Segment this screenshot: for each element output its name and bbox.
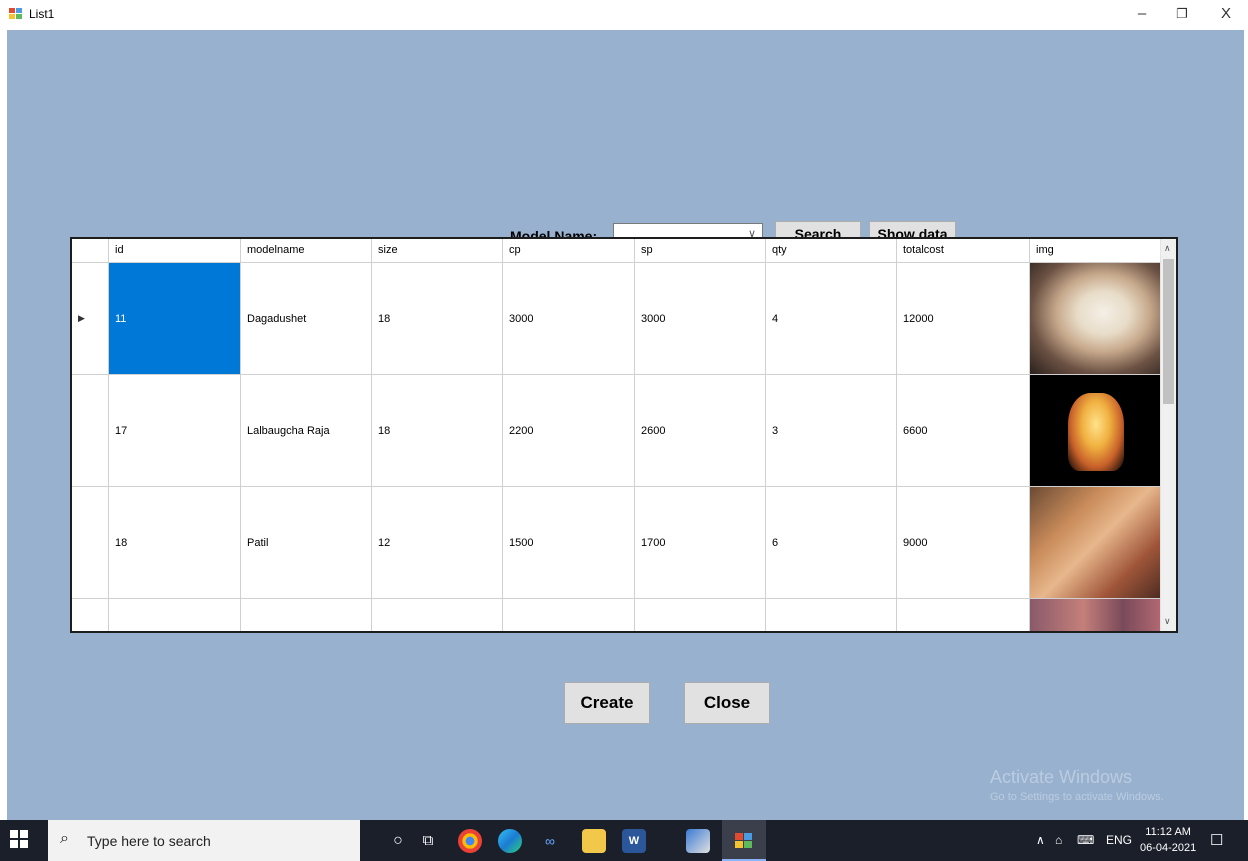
cell-sp[interactable]: 2600 [635,375,766,486]
ganesha-idol-image [1030,487,1163,598]
grid-corner-header[interactable] [72,239,109,263]
row-header[interactable] [72,375,109,486]
cell-modelname[interactable]: Patil [241,487,372,598]
cell-qty[interactable] [766,599,897,631]
data-grid[interactable]: id modelname size cp sp qty totalcost im… [70,237,1178,633]
taskbar-search-box[interactable]: ⌕ Type here to search [48,820,360,861]
cell-totalcost[interactable] [897,599,1030,631]
windows-start-icon[interactable] [10,830,30,850]
minimize-button[interactable]: – [1128,4,1156,24]
cell-modelname[interactable] [241,599,372,631]
word-icon[interactable]: W [622,829,646,853]
language-indicator[interactable]: ENG [1106,833,1132,847]
cortana-icon[interactable]: ○ [386,829,410,853]
task-view-icon[interactable]: ⧉ [416,829,440,853]
table-row[interactable]: ▶ 11 Dagadushet 18 3000 3000 4 12000 [72,263,1164,375]
scrollbar-thumb[interactable] [1163,259,1174,404]
grid-header: id modelname size cp sp qty totalcost im… [72,239,1164,263]
table-row[interactable]: 17 Lalbaugcha Raja 18 2200 2600 3 6600 [72,375,1164,487]
search-icon: ⌕ [60,830,69,847]
cell-sp[interactable]: 3000 [635,263,766,374]
table-row[interactable] [72,599,1164,631]
cell-id[interactable]: 18 [109,487,241,598]
network-icon[interactable]: ⌂ [1055,833,1062,847]
watermark-subtitle: Go to Settings to activate Windows. [990,791,1164,803]
list1-app-icon[interactable] [732,829,756,853]
cell-size[interactable]: 18 [372,375,503,486]
visual-studio-tools-icon[interactable] [686,829,710,853]
ganesha-idol-image [1030,375,1163,486]
chrome-icon[interactable] [458,829,482,853]
window-title: List1 [29,7,55,21]
cell-img[interactable] [1030,375,1164,486]
notification-icon[interactable]: ☐ [1210,831,1223,849]
column-header-cp[interactable]: cp [503,239,635,263]
edge-icon[interactable] [498,829,522,853]
cell-size[interactable]: 12 [372,487,503,598]
grid-vertical-scrollbar[interactable]: ∧ ∨ [1160,239,1176,631]
create-button[interactable]: Create [564,682,650,724]
cell-sp[interactable] [635,599,766,631]
column-header-totalcost[interactable]: totalcost [897,239,1030,263]
file-explorer-icon[interactable] [582,829,606,853]
cell-qty[interactable]: 6 [766,487,897,598]
cell-id[interactable] [109,599,241,631]
taskbar-search-placeholder: Type here to search [87,833,211,849]
cell-size[interactable] [372,599,503,631]
row-header[interactable]: ▶ [72,263,109,374]
title-bar: List1 – ❐ X [0,0,1248,30]
cell-id[interactable]: 11 [109,263,241,374]
clock-date: 06-04-2021 [1140,842,1197,854]
cell-size[interactable]: 18 [372,263,503,374]
cell-qty[interactable]: 3 [766,375,897,486]
cell-sp[interactable]: 1700 [635,487,766,598]
grid-body: ▶ 11 Dagadushet 18 3000 3000 4 12000 17 … [72,263,1164,631]
chevron-up-icon[interactable]: ∧ [1036,833,1045,847]
row-header[interactable] [72,487,109,598]
scroll-up-icon[interactable]: ∧ [1164,243,1171,254]
close-window-button[interactable]: X [1212,4,1240,24]
cell-id[interactable]: 17 [109,375,241,486]
column-header-id[interactable]: id [109,239,241,263]
cell-img[interactable] [1030,599,1164,631]
column-header-sp[interactable]: sp [635,239,766,263]
cell-totalcost[interactable]: 9000 [897,487,1030,598]
column-header-qty[interactable]: qty [766,239,897,263]
cell-img[interactable] [1030,263,1164,374]
column-header-size[interactable]: size [372,239,503,263]
cell-img[interactable] [1030,487,1164,598]
row-header[interactable] [72,599,109,631]
cell-qty[interactable]: 4 [766,263,897,374]
column-header-modelname[interactable]: modelname [241,239,372,263]
restore-button[interactable]: ❐ [1168,4,1196,24]
cell-cp[interactable]: 1500 [503,487,635,598]
cell-cp[interactable]: 2200 [503,375,635,486]
cell-totalcost[interactable]: 12000 [897,263,1030,374]
ganesha-idol-image [1030,263,1163,374]
app-icon [9,8,23,20]
scroll-down-icon[interactable]: ∨ [1164,616,1171,627]
clock-time: 11:12 AM [1145,826,1191,838]
taskbar-clock[interactable]: 11:12 AM 06-04-2021 [1140,824,1196,856]
keyboard-icon[interactable]: ⌨ [1077,833,1094,847]
table-row[interactable]: 18 Patil 12 1500 1700 6 9000 [72,487,1164,599]
cell-modelname[interactable]: Dagadushet [241,263,372,374]
column-header-img[interactable]: img [1030,239,1164,263]
close-button[interactable]: Close [684,682,770,724]
current-row-icon: ▶ [78,313,85,323]
taskbar: ⌕ Type here to search ○ ⧉ ∞ W ∧ ⌂ ⌨ ENG … [0,820,1248,861]
cell-cp[interactable]: 3000 [503,263,635,374]
infinity-app-icon[interactable]: ∞ [538,829,562,853]
cell-cp[interactable] [503,599,635,631]
cell-totalcost[interactable]: 6600 [897,375,1030,486]
cell-modelname[interactable]: Lalbaugcha Raja [241,375,372,486]
activate-windows-watermark: Activate Windows Go to Settings to activ… [990,767,1164,803]
ganesha-idol-image [1030,599,1163,631]
watermark-title: Activate Windows [990,767,1133,787]
